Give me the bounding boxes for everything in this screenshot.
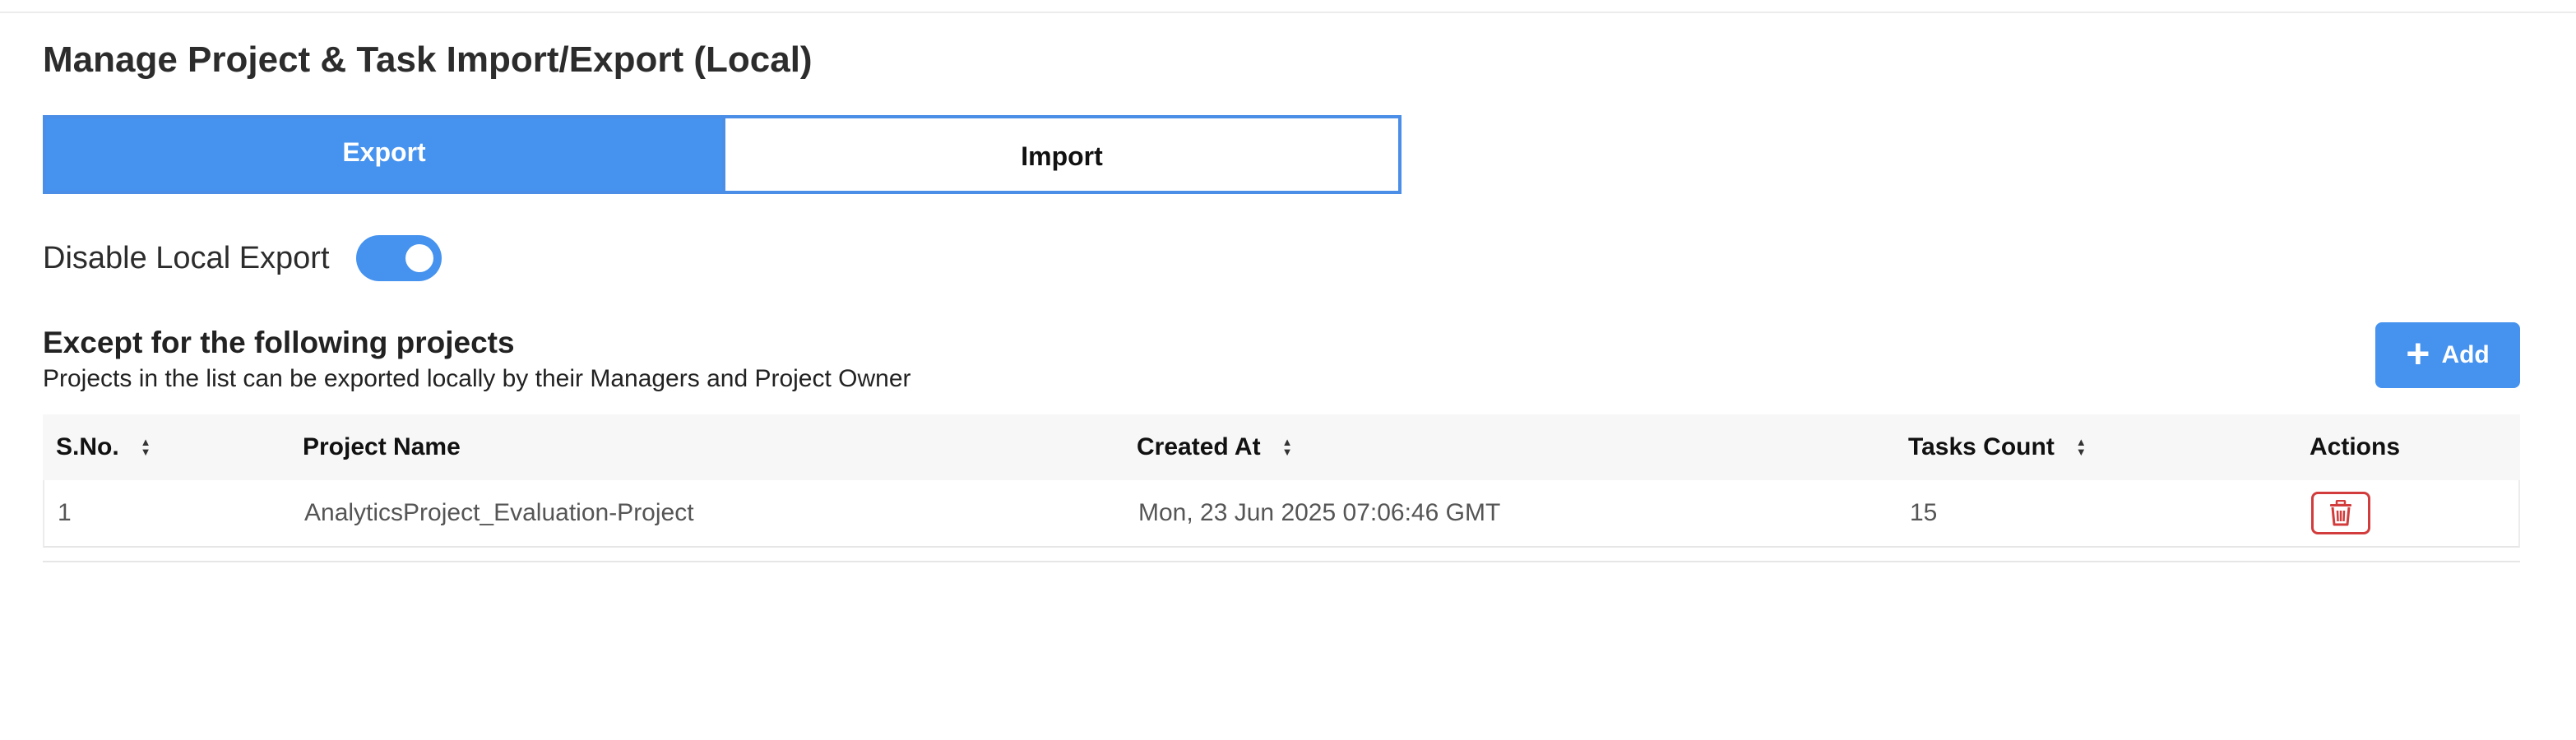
delete-button[interactable] [2311,492,2370,534]
column-header-label: S.No. [56,433,119,460]
column-header-label: Created At [1137,433,1261,460]
cell-created-at: Mon, 23 Jun 2025 07:06:46 GMT [1138,499,1501,526]
add-project-button[interactable]: + Add [2375,322,2520,388]
column-header-label: Project Name [303,433,461,460]
cell-sno: 1 [58,499,72,526]
section-subtitle: Projects in the list can be exported loc… [43,365,911,392]
column-header-label: Tasks Count [1908,433,2055,460]
column-header-label: Actions [2310,433,2401,460]
page-title: Manage Project & Task Import/Export (Loc… [43,39,813,80]
cell-project-name: AnalyticsProject_Evaluation-Project [304,499,694,526]
disable-local-export-row: Disable Local Export [43,234,442,283]
column-header-created-at[interactable]: Created At ▲ ▼ [1137,414,1292,480]
table-bottom-divider [43,561,2520,562]
tab-export[interactable]: Export [46,118,722,191]
toggle-label: Disable Local Export [43,240,330,275]
export-import-tabs: Export Import [43,115,1402,194]
column-header-actions: Actions [2310,414,2400,480]
disable-local-export-toggle[interactable] [355,235,442,281]
table-row: 1 AnalyticsProject_Evaluation-Project Mo… [43,480,2520,548]
plus-icon: + [2406,331,2430,377]
exception-projects-table: S.No. ▲ ▼ Project Name Created At ▲ ▼ Task… [43,414,2520,548]
column-header-tasks-count[interactable]: Tasks Count ▲ ▼ [1908,414,2087,480]
column-header-sno[interactable]: S.No. ▲ ▼ [56,414,151,480]
trash-icon [2330,500,2351,526]
add-button-label: Add [2441,341,2490,368]
cell-tasks-count: 15 [1910,499,1938,526]
tab-import[interactable]: Import [722,118,1398,191]
column-header-project-name: Project Name [303,414,461,480]
sort-icon[interactable]: ▲ ▼ [2076,437,2087,457]
cell-actions [2311,480,2370,546]
table-header: S.No. ▲ ▼ Project Name Created At ▲ ▼ Task… [43,414,2520,480]
sort-icon[interactable]: ▲ ▼ [141,437,151,457]
section-title: Except for the following projects [43,326,515,359]
sort-icon[interactable]: ▲ ▼ [1282,437,1293,457]
toggle-knob [405,244,433,272]
top-divider [0,12,2576,13]
